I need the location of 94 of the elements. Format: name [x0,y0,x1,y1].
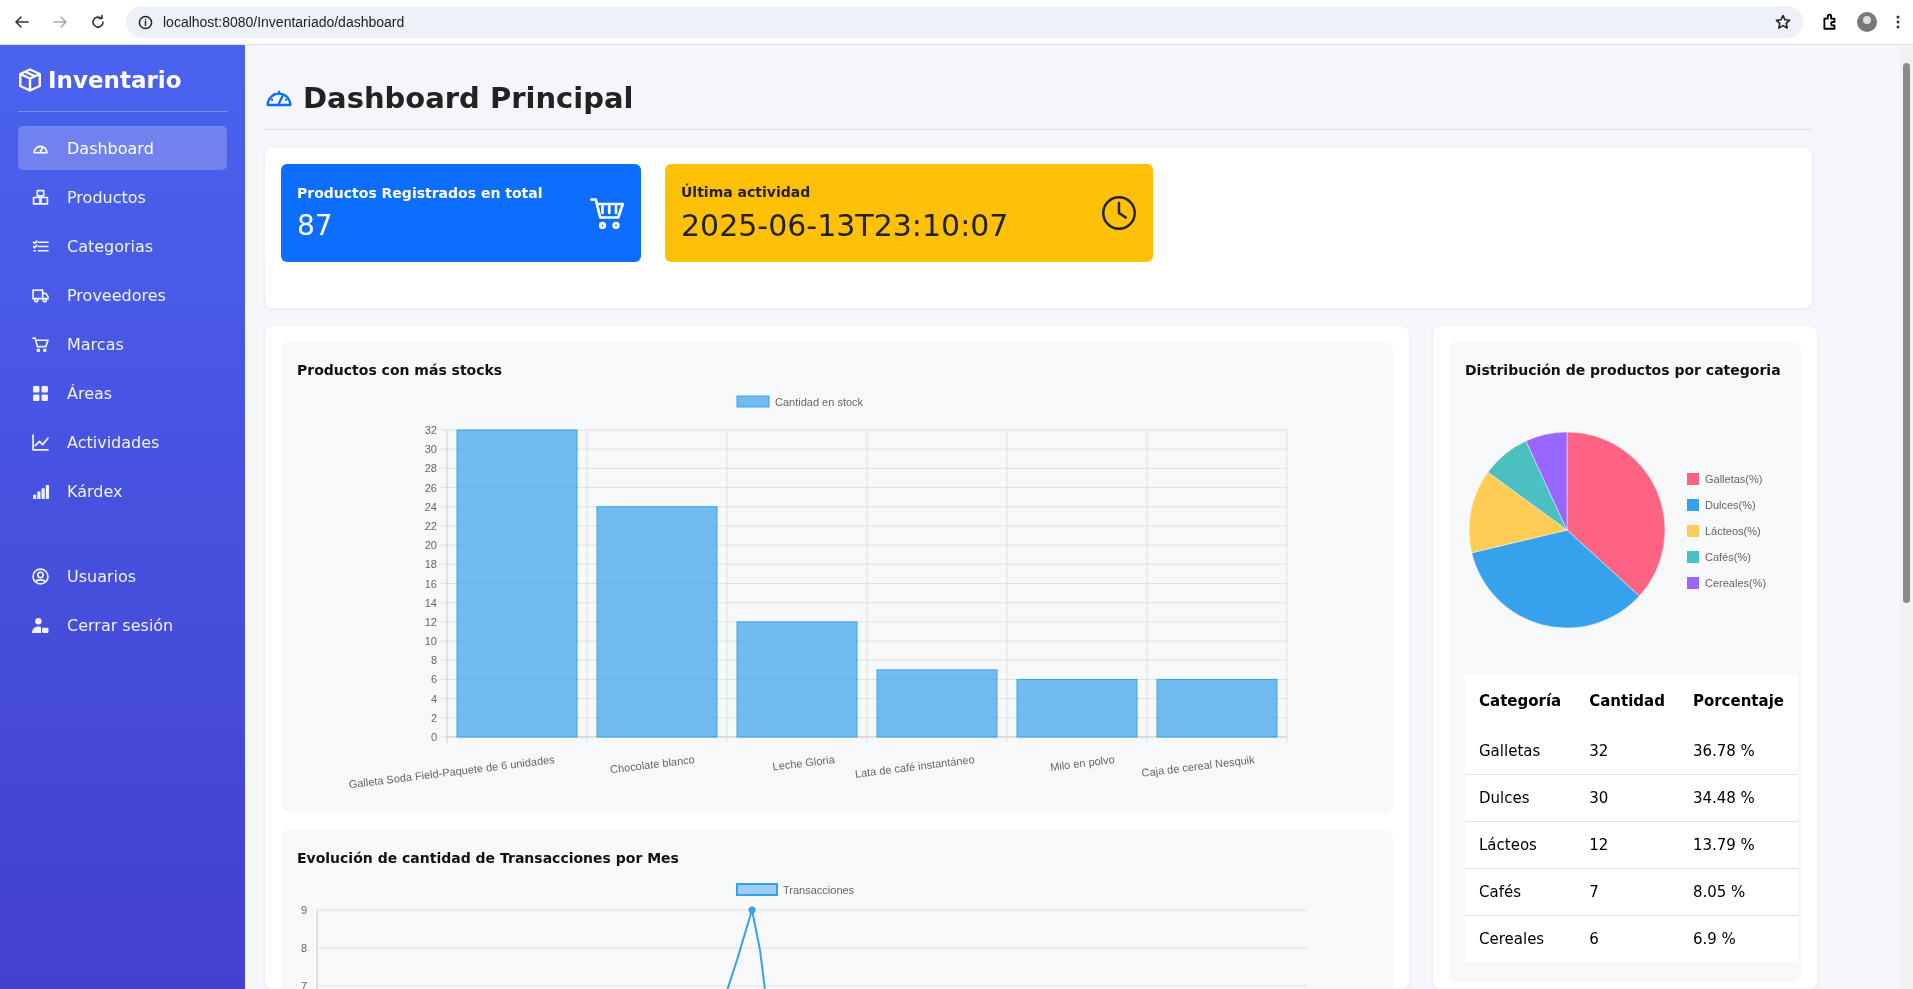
data-point [748,906,756,914]
axis-tick-label: 14 [424,596,437,609]
chart-legend: Transacciones [736,883,855,896]
legend-label: Dulces(%) [1705,499,1756,511]
stat-label: Última actividad [681,183,812,200]
scrollbar[interactable] [1900,45,1913,989]
axis-tick-label: 32 [424,424,437,436]
grid-icon [32,384,49,402]
axis-tick-label: 8 [300,942,307,954]
axis-tick-label: 4 [430,692,437,705]
sidebar-item[interactable]: Productos [18,175,227,219]
axis-category-label: Lata de café instantáneo [854,753,976,780]
boxes-icon [32,188,49,206]
axis-category-label: Milo en polvo [1049,753,1116,773]
legend-swatch [1687,473,1699,485]
address-bar[interactable]: localhost:8080/Inventariado/dashboard [126,6,1803,38]
chart-title: Productos con más stocks [297,362,504,378]
axis-tick-label: 20 [424,539,437,552]
axis-category-label: Leche Gloria [771,753,836,773]
table-cell: 36.78 % [1678,728,1798,775]
table-cell: Galletas [1465,728,1576,775]
table-cell: 12 [1575,821,1679,869]
axis-category-label: Caja de cereal Nesquik [1140,753,1256,779]
column-header: Categoría [1465,674,1576,728]
axis-tick-label: 2 [430,711,437,724]
column-header: Cantidad [1575,674,1679,728]
axis-tick-label: 9 [300,904,307,916]
legend-label: Cafés(%) [1705,551,1751,563]
info-icon [138,14,153,30]
list-icon [32,237,49,255]
brand-name: Inventario [48,67,182,93]
signal-bars-icon [32,482,49,500]
chart-legend: Cantidad en stock [736,395,864,408]
box-icon [18,68,42,92]
clock-icon [1101,195,1137,231]
chart-title: Evolución de cantidad de Transacciones por Mes [297,850,680,866]
table-cell: 34.48 % [1678,774,1798,822]
legend-label: Cereales(%) [1705,577,1767,589]
axis-tick-label: 28 [424,462,437,475]
sidebar-item[interactable]: Cerrar sesión [18,603,227,647]
axis-tick-label: 26 [424,481,437,494]
legend-label: Lácteos(%) [1705,525,1761,537]
stat-value: 2025-06-13T23:10:07 [681,207,1009,243]
axis-category-label: Galleta Soda Field-Paquete de 6 unidades [348,753,556,791]
axis-tick-label: 18 [424,558,437,571]
stat-value: 87 [297,208,334,242]
legend-label: Galletas(%) [1705,473,1763,485]
sidebar-item[interactable]: Marcas [18,322,227,366]
table-cell: 30 [1575,774,1679,822]
legend-swatch [1687,499,1699,511]
chart-title: Distribución de productos por categoria [1465,362,1782,378]
sidebar-item[interactable]: Áreas [18,371,227,415]
table-cell: 8.05 % [1678,868,1798,916]
legend-swatch [1687,551,1699,563]
table-cell: Lácteos [1465,821,1576,869]
sidebar-item[interactable]: Kárdex [18,469,227,513]
user-lock-icon [32,616,49,634]
column-header: Porcentaje [1678,674,1798,728]
axis-category-label: Chocolate blanco [609,753,696,776]
stat-label: Productos Registrados en total [297,184,543,201]
table-cell: 6 [1575,915,1679,962]
cart-icon [32,335,49,353]
cart-icon [589,195,625,231]
axis-tick-label: 8 [430,654,437,667]
axis-tick-label: 24 [424,500,437,513]
table-cell: Cafés [1465,868,1576,916]
menu-icon[interactable] [1895,14,1901,30]
table-cell: 6.9 % [1678,915,1798,962]
user-circle-icon [32,567,49,585]
star-icon[interactable] [1775,14,1791,30]
table-cell: Dulces [1465,774,1576,822]
axis-tick-label: 12 [424,615,437,628]
axis-tick-label: 16 [424,577,437,590]
legend-swatch [1687,577,1699,589]
axis-tick-label: 30 [424,443,437,456]
sidebar-item[interactable]: Proveedores [18,273,227,317]
axis-tick-label: 10 [424,635,437,648]
sidebar-item[interactable]: Categorias [18,224,227,268]
sidebar-item[interactable]: Usuarios [18,554,227,598]
table-cell: 32 [1575,728,1679,775]
sidebar-item[interactable]: Actividades [18,420,227,464]
truck-icon [32,286,49,304]
axis-tick-label: 6 [430,673,437,686]
legend-swatch [1687,525,1699,537]
sidebar-item[interactable]: Dashboard [18,126,227,170]
table-cell: Cereales [1465,915,1576,962]
axis-tick-label: 22 [424,519,437,532]
page-title: Dashboard Principal [303,81,634,115]
table-cell: 13.79 % [1678,821,1798,869]
legend-label: Cantidad en stock [775,396,864,408]
table-cell: 7 [1575,868,1679,916]
axis-tick-label: 0 [430,731,437,743]
line-chart-icon [32,433,49,451]
avatar[interactable] [1857,12,1877,32]
